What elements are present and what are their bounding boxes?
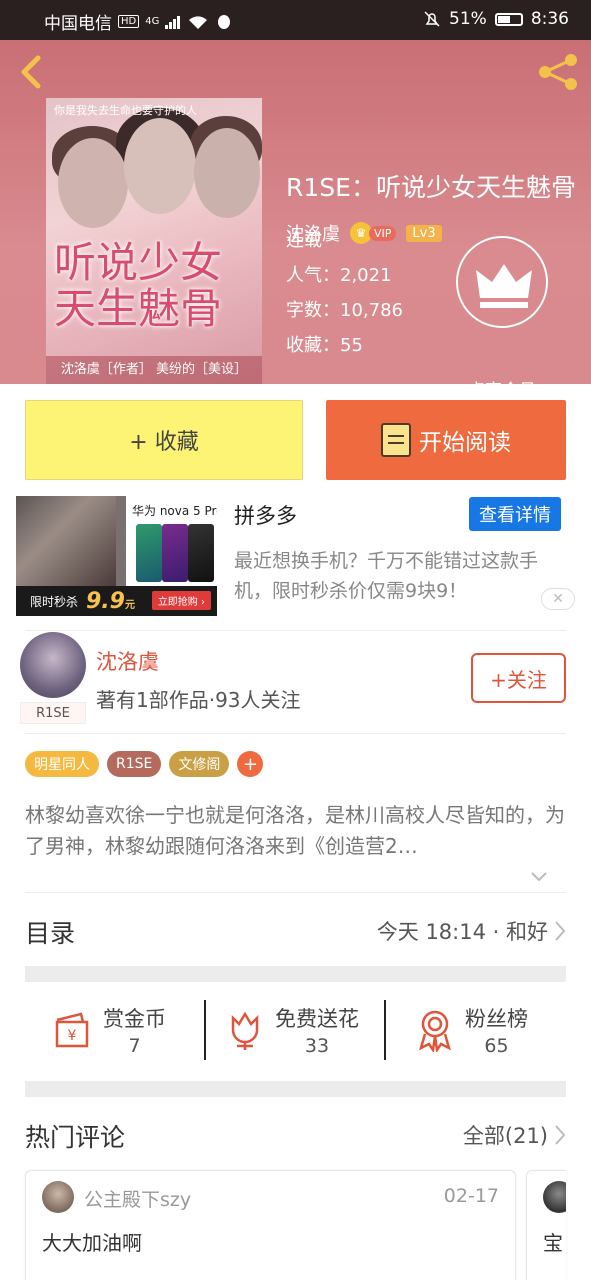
level-badge: Lv3: [406, 224, 442, 242]
coin-icon: ¥: [55, 1012, 89, 1048]
hd-icon: HD: [118, 15, 140, 28]
cover-tagline: 你是我失去生命也要守护的人: [54, 104, 197, 117]
mute-bell-icon: [424, 11, 440, 27]
network-label: 4G: [145, 16, 160, 27]
collect-button[interactable]: + 收藏: [25, 400, 303, 480]
author-badge: R1SE: [20, 702, 86, 724]
all-comments-link[interactable]: 全部(21): [463, 1120, 566, 1150]
start-reading-label: 开始阅读: [419, 430, 511, 456]
ad-detail-button[interactable]: 查看详情: [469, 497, 561, 531]
stat-name: 免费送花: [275, 1007, 359, 1031]
book-icon: [381, 423, 411, 457]
ad-buy-button[interactable]: 立即抢购 ›: [151, 591, 211, 610]
book-cover[interactable]: 你是我失去生命也要守护的人 听说少女天生魅骨 沈洛虞［作者］ 美纷的［美设］: [46, 98, 262, 384]
ad-image[interactable]: 华为 nova 5 Pro 限时秒杀 9.9元 立即抢购 ›: [16, 496, 217, 616]
commenter-avatar[interactable]: [42, 1181, 74, 1213]
divider: [25, 733, 566, 734]
tag-item[interactable]: R1SE: [107, 751, 162, 777]
stat-name: 粉丝榜: [465, 1007, 528, 1031]
word-count: 字数：10,786: [286, 300, 403, 321]
comment-date: 02-17: [443, 1185, 499, 1207]
section-separator: [25, 1081, 566, 1097]
comment-text: 大大加油啊: [42, 1231, 142, 1255]
add-tag-button[interactable]: +: [237, 751, 264, 777]
commenter-avatar[interactable]: [543, 1181, 566, 1213]
stat-name: 赏金币: [103, 1007, 166, 1031]
stats-bar: ¥ 赏金币 7 免费送花 33 粉丝榜 65: [25, 996, 566, 1064]
carrier-label: 中国电信: [44, 14, 112, 34]
commenter-name[interactable]: 公主殿下szy: [84, 1185, 191, 1212]
ad-phone-model: 华为 nova 5 Pro: [132, 504, 217, 518]
author-info: 著有1部作品·93人关注: [96, 688, 301, 712]
book-title: R1SE：听说少女天生魅骨: [286, 173, 576, 202]
svg-text:¥: ¥: [68, 1028, 77, 1044]
comment-card[interactable]: 宝: [526, 1170, 566, 1280]
start-reading-button[interactable]: 开始阅读: [326, 400, 566, 480]
chevron-right-icon: [555, 1125, 566, 1145]
tag-item[interactable]: 文修阁: [169, 751, 230, 777]
toc-label[interactable]: 目录: [25, 914, 75, 950]
signal-icon: [165, 15, 181, 29]
battery-icon: [494, 12, 523, 26]
qq-icon: [218, 14, 231, 29]
latest-chapter-text: 今天 18:14 · 和好: [376, 920, 548, 944]
tag-list: 明星同人 R1SE 文修阁 +: [25, 751, 264, 777]
book-header: 你是我失去生命也要守护的人 听说少女天生魅骨 沈洛虞［作者］ 美纷的［美设］ R…: [0, 40, 591, 401]
share-icon[interactable]: [535, 52, 581, 92]
serial-status: 连载: [286, 230, 322, 251]
ad-description[interactable]: 最近想换手机？千万不能错过这款手机，限时秒杀价仅需9块9！: [234, 546, 564, 606]
author-avatar[interactable]: [20, 632, 86, 698]
ad-close-icon[interactable]: ✕: [541, 588, 575, 610]
author-name-link[interactable]: 沈洛虞: [96, 646, 159, 676]
divider: [25, 892, 566, 893]
chevron-right-icon: [555, 921, 566, 941]
section-separator: [25, 966, 566, 982]
stat-value: 65: [484, 1035, 509, 1057]
book-intro[interactable]: 林黎幼喜欢徐一宁也就是何洛洛，是林川高校人尽皆知的，为了男神，林黎幼跟随何洛洛来…: [25, 800, 566, 862]
stat-value: 7: [128, 1035, 141, 1057]
chevron-down-icon[interactable]: [530, 868, 548, 886]
favorites-count: 收藏：55: [286, 335, 363, 356]
stat-value: 33: [304, 1035, 330, 1057]
ad-sale-text: 限时秒杀: [30, 595, 79, 609]
clock: 8:36: [530, 9, 569, 29]
vip-badge: ♛ VIP: [350, 222, 397, 244]
battery-percent: 51%: [449, 9, 487, 29]
medal-icon: [419, 1010, 451, 1052]
follow-button[interactable]: +关注: [471, 653, 566, 703]
back-arrow-icon[interactable]: [14, 54, 50, 90]
ad-price: 9.9元: [86, 589, 135, 614]
send-flowers[interactable]: 免费送花 33: [223, 996, 359, 1064]
divider: [25, 630, 566, 631]
wifi-icon: [189, 15, 208, 29]
fan-ranking[interactable]: 粉丝榜 65: [413, 996, 528, 1064]
cover-title: 听说少女天生魅骨: [54, 238, 223, 333]
comment-text: 宝: [543, 1231, 563, 1255]
comment-card[interactable]: 公主殿下szy 02-17 大大加油啊: [25, 1170, 516, 1280]
crown-icon: [476, 264, 532, 308]
ad-title[interactable]: 拼多多: [234, 500, 297, 530]
flower-icon: [231, 1011, 259, 1050]
member-button[interactable]: [456, 236, 548, 328]
popularity: 人气：2,021: [286, 265, 392, 286]
toc-latest-chapter[interactable]: 今天 18:14 · 和好: [377, 916, 566, 946]
status-bar: 中国电信 HD 4G 51% 8:36: [0, 0, 591, 40]
cover-credits: 沈洛虞［作者］ 美纷的［美设］: [46, 356, 262, 384]
tag-item[interactable]: 明星同人: [25, 751, 99, 777]
reward-coins[interactable]: ¥ 赏金币 7: [51, 996, 166, 1064]
hot-comments-label: 热门评论: [25, 1123, 126, 1152]
